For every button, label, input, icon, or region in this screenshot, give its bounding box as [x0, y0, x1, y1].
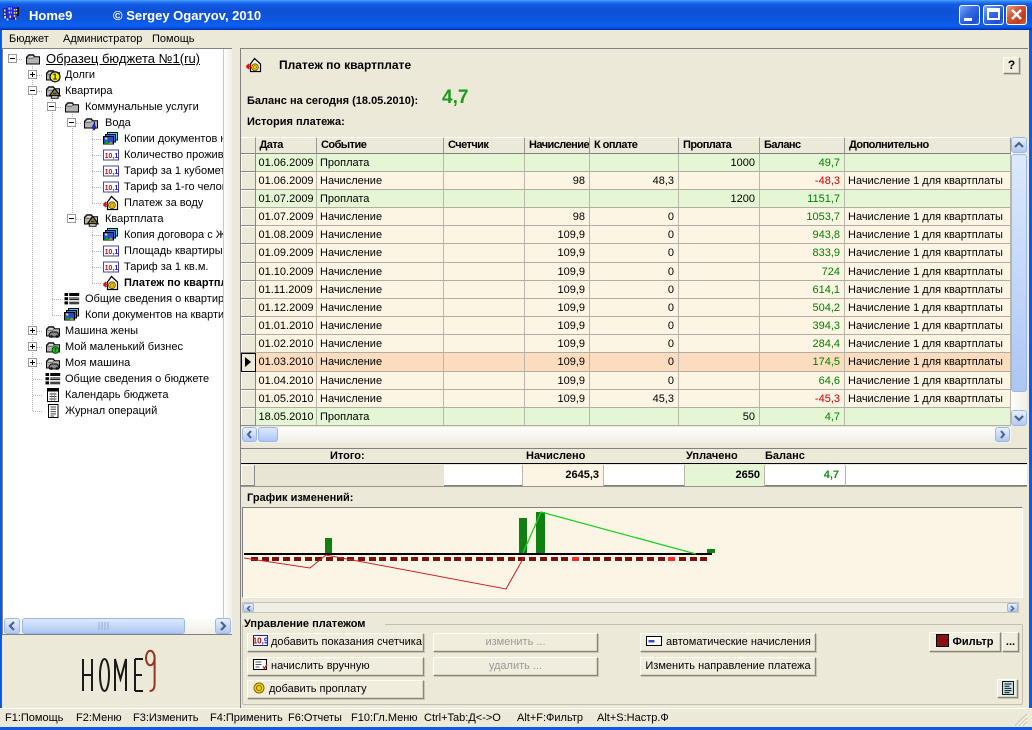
svg-text:10,1: 10,1 — [105, 153, 119, 160]
svg-text:10,1: 10,1 — [105, 169, 119, 176]
svg-text:10,1: 10,1 — [105, 265, 119, 272]
svg-text:10,1: 10,1 — [105, 185, 119, 192]
svg-text:10,1: 10,1 — [105, 249, 119, 256]
svg-text:10,9: 10,9 — [253, 637, 268, 646]
svg-text:1: 1 — [53, 73, 58, 82]
